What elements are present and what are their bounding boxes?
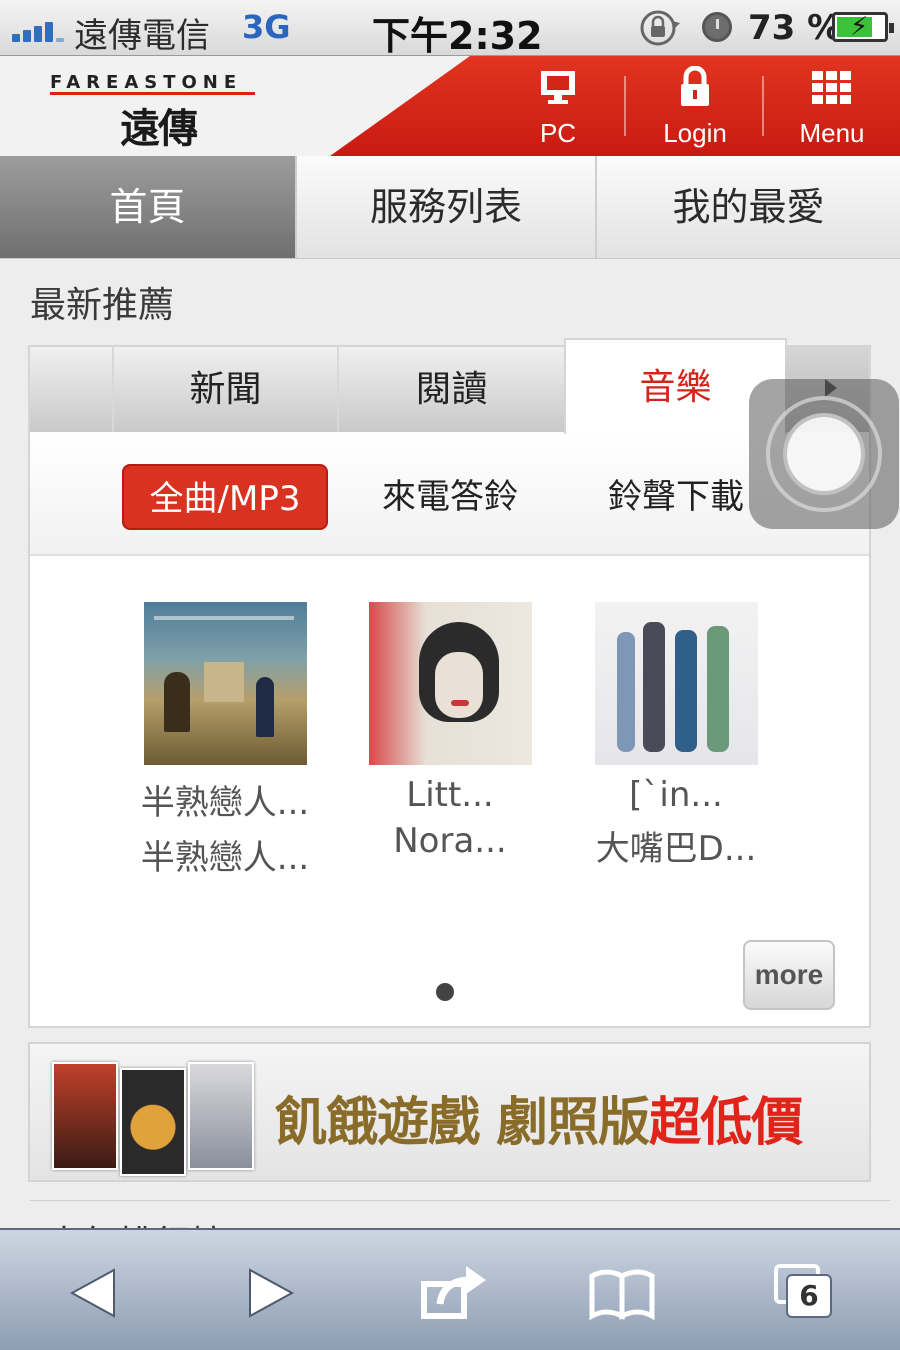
forward-icon[interactable]: [232, 1258, 312, 1328]
browser-toolbar: 6: [0, 1228, 900, 1350]
category-tabs: 新聞 閱讀 音樂: [30, 338, 869, 434]
album-title: [`in...: [629, 775, 723, 815]
status-time: 下午2:32: [372, 14, 543, 58]
tab-news[interactable]: 新聞: [112, 347, 337, 432]
back-icon[interactable]: [62, 1258, 142, 1328]
tab-reading[interactable]: 閱讀: [337, 347, 564, 432]
poster-image: [120, 1068, 186, 1176]
menu-label: Menu: [799, 118, 865, 148]
recommend-panel: 新聞 閱讀 音樂 全曲/MP3 來電答鈴 鈴聲下載 半熟戀人... 半熟戀人..…: [28, 338, 871, 1028]
banner-text-main: 飢餓遊戲 劇照版: [275, 1093, 650, 1153]
ranking-heading: 本年排行榜: [30, 1200, 890, 1230]
filter-ringback[interactable]: 來電答鈴: [360, 464, 540, 530]
assistive-touch-button[interactable]: [749, 379, 899, 529]
logo-text-en: FAREASTONE: [50, 72, 243, 93]
album-cover: [594, 602, 758, 765]
filter-ringtone[interactable]: 鈴聲下載: [586, 464, 766, 530]
music-filters: 全曲/MP3 來電答鈴 鈴聲下載: [30, 434, 869, 556]
promo-banner[interactable]: 飢餓遊戲 劇照版超低價: [28, 1042, 871, 1182]
main-nav: 首頁 服務列表 我的最愛: [0, 156, 900, 259]
album-artist: Nora...: [393, 821, 507, 861]
grid-menu-icon: [812, 71, 851, 104]
login-button[interactable]: Login: [645, 66, 745, 150]
monitor-icon: [541, 71, 575, 104]
status-bar: 遠傳電信 3G 下午2:32 73 % ⚡: [0, 0, 900, 58]
album-artist: 半熟戀人...: [140, 838, 310, 878]
album-title: 半熟戀人...: [140, 783, 310, 823]
poster-image: [52, 1062, 118, 1170]
menu-button[interactable]: Menu: [782, 66, 882, 150]
tab-services[interactable]: 服務列表: [297, 156, 597, 258]
rotation-lock-icon: [640, 10, 680, 46]
battery-percent: 73 %: [748, 8, 842, 48]
tabs-count: 6: [786, 1274, 832, 1318]
carrier-name: 遠傳電信: [74, 16, 210, 56]
logo-swoosh: [50, 92, 255, 95]
tabs-button[interactable]: 6: [768, 1258, 848, 1328]
lock-icon: [681, 66, 709, 106]
section-title: 最新推薦: [30, 285, 175, 326]
pc-button[interactable]: PC: [508, 66, 608, 150]
site-header: FAREASTONE 遠傳 PC Login Menu: [0, 56, 900, 156]
poster-image: [188, 1062, 254, 1170]
pc-label: PC: [539, 118, 577, 148]
network-type: 3G: [242, 8, 291, 46]
more-button[interactable]: more: [743, 940, 835, 1010]
album-artist: 大嘴巴D...: [595, 829, 757, 869]
bookmarks-icon[interactable]: [582, 1258, 662, 1328]
share-icon[interactable]: [412, 1258, 492, 1328]
album-title: Litt...: [406, 775, 494, 815]
tab-favorites[interactable]: 我的最愛: [597, 156, 900, 258]
album-cover: [368, 602, 532, 765]
battery-charging-icon: ⚡: [832, 12, 894, 42]
alarm-icon: [702, 12, 732, 42]
album-item[interactable]: Litt... Nora...: [350, 602, 550, 861]
logo-text-zh[interactable]: 遠傳: [120, 96, 198, 154]
album-cover: [143, 602, 307, 765]
banner-text-highlight: 超低價: [649, 1093, 803, 1153]
album-item[interactable]: 半熟戀人... 半熟戀人...: [125, 602, 325, 879]
login-label: Login: [663, 118, 727, 148]
filter-full-song[interactable]: 全曲/MP3: [122, 464, 328, 530]
signal-icon: [12, 16, 66, 42]
tab-home[interactable]: 首頁: [0, 156, 297, 258]
album-item[interactable]: [`in... 大嘴巴D...: [576, 602, 776, 870]
page-indicator-dot: [436, 983, 454, 1001]
banner-text: 飢餓遊戲 劇照版超低價: [275, 1080, 803, 1155]
